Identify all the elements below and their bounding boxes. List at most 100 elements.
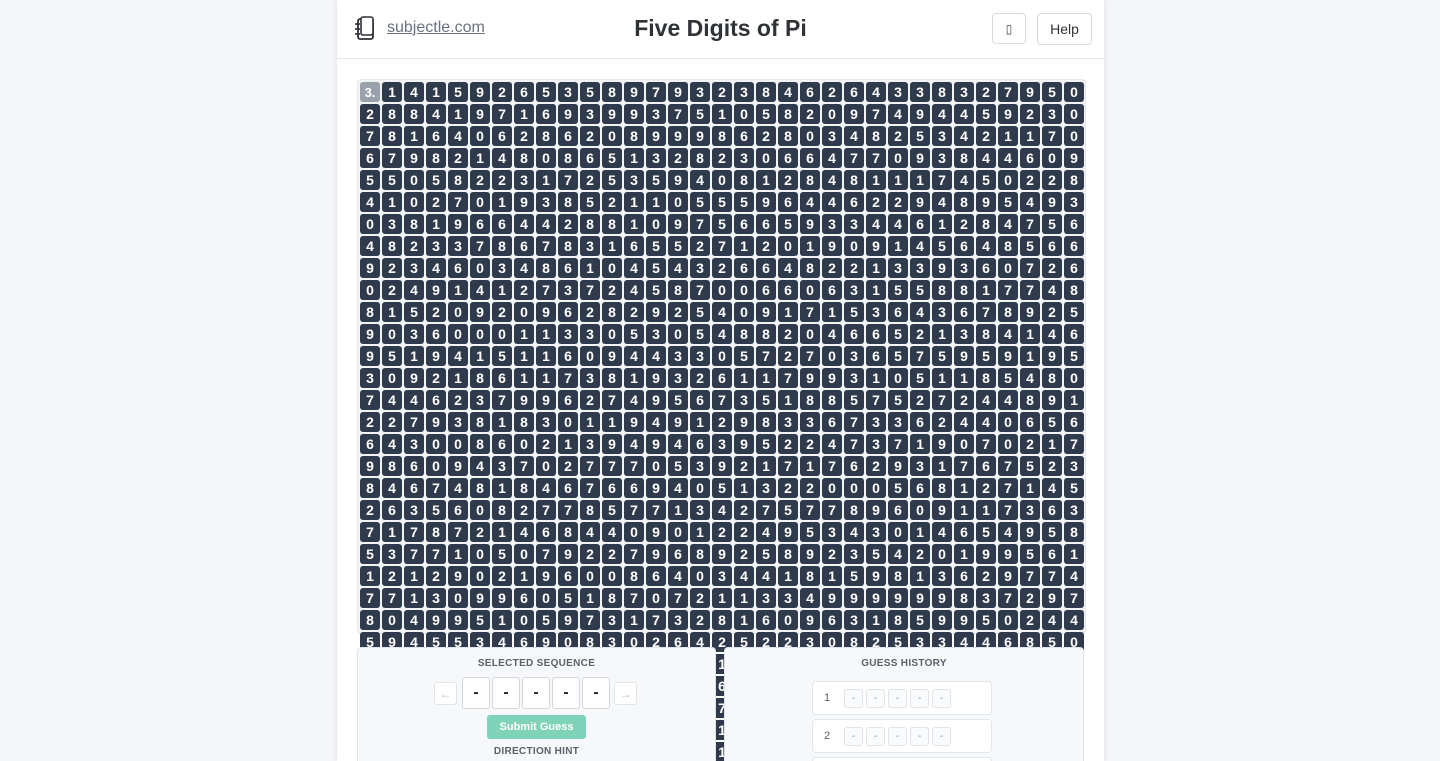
digit-cell[interactable]: 7 [360, 588, 380, 608]
digit-cell[interactable]: 6 [822, 610, 842, 630]
digit-cell[interactable]: 7 [800, 346, 820, 366]
digit-cell[interactable]: 9 [1042, 346, 1062, 366]
digit-cell[interactable]: 9 [866, 500, 886, 520]
digit-cell[interactable]: 1 [448, 104, 468, 124]
digit-cell[interactable]: 5 [690, 192, 710, 212]
digit-cell[interactable]: 7 [800, 302, 820, 322]
digit-cell[interactable]: 3 [954, 258, 974, 278]
digit-cell[interactable]: 9 [954, 610, 974, 630]
digit-cell[interactable]: 5 [580, 82, 600, 102]
digit-cell[interactable]: 3 [844, 610, 864, 630]
digit-cell[interactable]: 9 [426, 412, 446, 432]
digit-cell[interactable]: 5 [844, 302, 864, 322]
digit-cell[interactable]: 5 [426, 500, 446, 520]
digit-cell[interactable]: 2 [470, 170, 490, 190]
digit-cell[interactable]: 8 [536, 258, 556, 278]
digit-cell[interactable]: 8 [668, 280, 688, 300]
digit-cell[interactable]: 6 [756, 214, 776, 234]
digit-cell[interactable]: 2 [800, 478, 820, 498]
digit-cell[interactable]: 1 [382, 192, 402, 212]
digit-cell[interactable]: 6 [778, 280, 798, 300]
digit-cell[interactable]: 9 [712, 544, 732, 564]
digit-cell[interactable]: 5 [646, 280, 666, 300]
digit-cell[interactable]: 0 [470, 544, 490, 564]
digit-cell[interactable]: 7 [690, 214, 710, 234]
digit-cell[interactable]: 8 [800, 170, 820, 190]
digit-cell[interactable]: 1 [536, 346, 556, 366]
digit-cell[interactable]: 9 [646, 478, 666, 498]
digit-cell[interactable]: 0 [1064, 368, 1084, 388]
digit-cell[interactable]: 2 [1020, 434, 1040, 454]
digit-cell[interactable]: 1 [734, 236, 754, 256]
digit-cell[interactable]: 7 [866, 104, 886, 124]
digit-cell[interactable]: 5 [690, 302, 710, 322]
digit-cell[interactable]: 9 [690, 126, 710, 146]
digit-cell[interactable]: 9 [712, 456, 732, 476]
digit-cell[interactable]: 8 [932, 478, 952, 498]
digit-cell[interactable]: 5 [624, 324, 644, 344]
digit-cell[interactable]: 3 [866, 302, 886, 322]
digit-cell[interactable]: 1 [404, 126, 424, 146]
help-button[interactable]: Help [1037, 13, 1092, 45]
digit-cell[interactable]: 3 [756, 588, 776, 608]
digit-cell[interactable]: 4 [734, 566, 754, 586]
digit-cell[interactable]: 4 [602, 522, 622, 542]
digit-cell[interactable]: 0 [778, 610, 798, 630]
digit-cell[interactable]: 3 [404, 500, 424, 520]
digit-cell[interactable]: 1 [404, 346, 424, 366]
digit-cell[interactable]: 2 [580, 170, 600, 190]
digit-cell[interactable]: 7 [822, 456, 842, 476]
digit-cell[interactable]: 8 [1042, 368, 1062, 388]
digit-cell[interactable]: 4 [1042, 610, 1062, 630]
digit-cell[interactable]: 2 [360, 104, 380, 124]
digit-cell[interactable]: 6 [558, 566, 578, 586]
digit-cell[interactable]: 0 [558, 412, 578, 432]
digit-cell[interactable]: 3 [536, 192, 556, 212]
digit-cell[interactable]: 4 [624, 390, 644, 410]
digit-cell[interactable]: 7 [822, 500, 842, 520]
digit-cell[interactable]: 7 [492, 104, 512, 124]
digit-cell[interactable]: 9 [646, 302, 666, 322]
digit-cell[interactable]: 7 [910, 346, 930, 366]
digit-cell[interactable]: 7 [580, 456, 600, 476]
digit-cell[interactable]: 4 [998, 148, 1018, 168]
digit-cell[interactable]: 0 [448, 324, 468, 344]
digit-cell[interactable]: 9 [910, 192, 930, 212]
digit-cell[interactable]: 6 [976, 456, 996, 476]
digit-cell[interactable]: 7 [360, 390, 380, 410]
digit-cell[interactable]: 2 [1020, 104, 1040, 124]
digit-cell[interactable]: 8 [778, 544, 798, 564]
digit-cell[interactable]: 7 [844, 148, 864, 168]
digit-cell[interactable]: 1 [932, 456, 952, 476]
digit-cell[interactable]: 9 [932, 434, 952, 454]
digit-cell[interactable]: 3 [624, 170, 644, 190]
digit-cell[interactable]: 0 [382, 610, 402, 630]
digit-cell[interactable]: 5 [668, 456, 688, 476]
digit-cell[interactable]: 3 [602, 610, 622, 630]
digit-cell[interactable]: 9 [668, 412, 688, 432]
digit-cell[interactable]: 1 [976, 280, 996, 300]
digit-cell[interactable]: 2 [580, 390, 600, 410]
digit-cell[interactable]: 2 [888, 126, 908, 146]
digit-cell[interactable]: 2 [382, 280, 402, 300]
digit-cell[interactable]: 7 [998, 82, 1018, 102]
digit-cell[interactable]: 2 [580, 302, 600, 322]
digit-cell[interactable]: 4 [426, 104, 446, 124]
digit-cell[interactable]: 5 [448, 82, 468, 102]
digit-cell[interactable]: 9 [1020, 82, 1040, 102]
digit-cell[interactable]: 3 [866, 522, 886, 542]
digit-cell[interactable]: 6 [580, 148, 600, 168]
digit-cell[interactable]: 0 [404, 170, 424, 190]
digit-cell[interactable]: 8 [954, 192, 974, 212]
digit-cell[interactable]: 3 [580, 324, 600, 344]
digit-cell[interactable]: 1 [580, 258, 600, 278]
digit-cell[interactable]: 2 [1042, 302, 1062, 322]
digit-cell[interactable]: 1 [778, 302, 798, 322]
digit-cell[interactable]: 0 [690, 478, 710, 498]
digit-cell[interactable]: 6 [756, 610, 776, 630]
digit-cell[interactable]: 2 [778, 324, 798, 344]
digit-cell[interactable]: 2 [690, 588, 710, 608]
digit-cell[interactable]: 1 [910, 170, 930, 190]
digit-cell[interactable]: 4 [360, 236, 380, 256]
digit-cell[interactable]: 1 [448, 544, 468, 564]
